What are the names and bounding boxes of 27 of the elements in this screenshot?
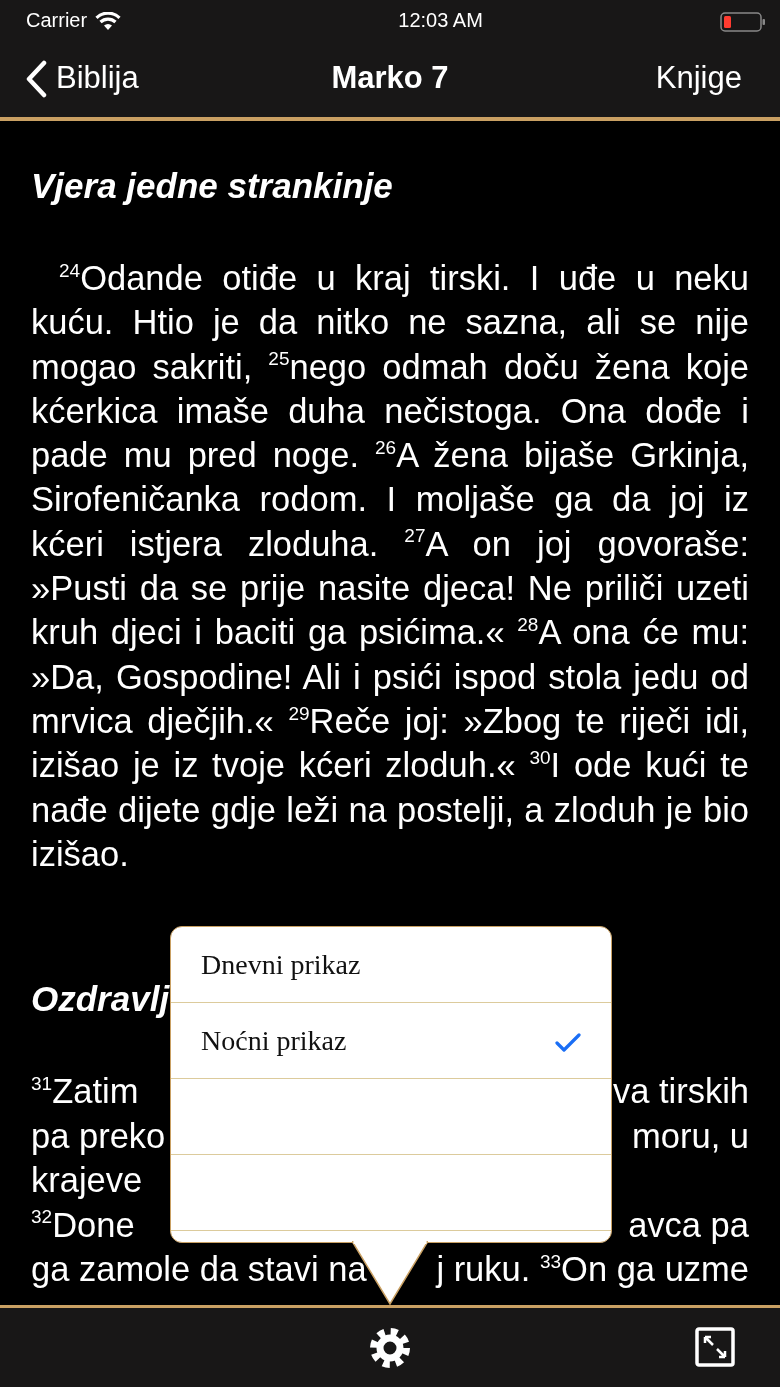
settings-button[interactable] [368, 1325, 412, 1370]
fullscreen-button[interactable] [695, 1327, 735, 1367]
back-button[interactable]: Biblija [24, 55, 139, 102]
verse-text: j ruku. $^{33}$On ga uzme [436, 1249, 749, 1291]
verse-paragraph: $^{24}$Odande otiđe u kraj tirski. I uđe u neku kuću. Htio je da nitko ne sazna, ali se nije mogao sakriti, $^{25}$nego odmah doču žena koje kćerkica imaše duha nečistoga. Ona dođe i pade mu pred noge. $^{26}$A žena bijaše Grkinja, Sirofeničanka rodom. I moljaše ga da joj iz kćeri istjera zloduha. $^{27}$A on joj govoraše: »Pusti da se prije nasite djeca! Ne priliči uzeti kruh djeci i baciti ga psićima.« $^{28}$A ona će mu: »Da, Gospodine! Ali i psići ispod stola jedu od mrvica dječjih.« $^{29}$Reče joj: »Zbog te riječi idi, izišao je iz tvoje kćeri zloduh.« $^{30}$I ode kući te nađe dijete gdje leži na postelji, a zloduh je bio izišao. [31, 258, 749, 875]
verse-text: krajeve [31, 1160, 143, 1202]
carrier-label: Carrier [26, 8, 88, 33]
section-heading: Ozdravlj [31, 979, 171, 1020]
checkmark-icon [555, 1033, 581, 1054]
status-time: 12:03 AM [397, 9, 483, 31]
wifi-icon [95, 12, 122, 32]
verse-text: $^{31}$Zatim [31, 1071, 139, 1113]
expand-icon [695, 1327, 735, 1367]
verse-text: va tirskih [612, 1071, 749, 1113]
settings-icon [368, 1325, 412, 1370]
section-heading: Vjera jedne strankinje [31, 166, 394, 206]
verse-text: ga zamole da stavi na [31, 1249, 367, 1291]
verse-text: $^{32}$Done [31, 1204, 135, 1246]
back-chevron-icon [24, 59, 48, 98]
books-button[interactable]: Knjige [655, 55, 742, 102]
menu-item[interactable]: Dnevni prikaz [171, 927, 611, 1003]
battery-icon [720, 10, 766, 33]
verse-text: avca pa [628, 1204, 749, 1246]
menu-item[interactable]: Noćni prikaz [171, 1003, 611, 1079]
verse-text: pa preko [31, 1115, 166, 1157]
page-title: Marko 7 [331, 59, 449, 98]
verse-text: moru, u [632, 1115, 749, 1157]
